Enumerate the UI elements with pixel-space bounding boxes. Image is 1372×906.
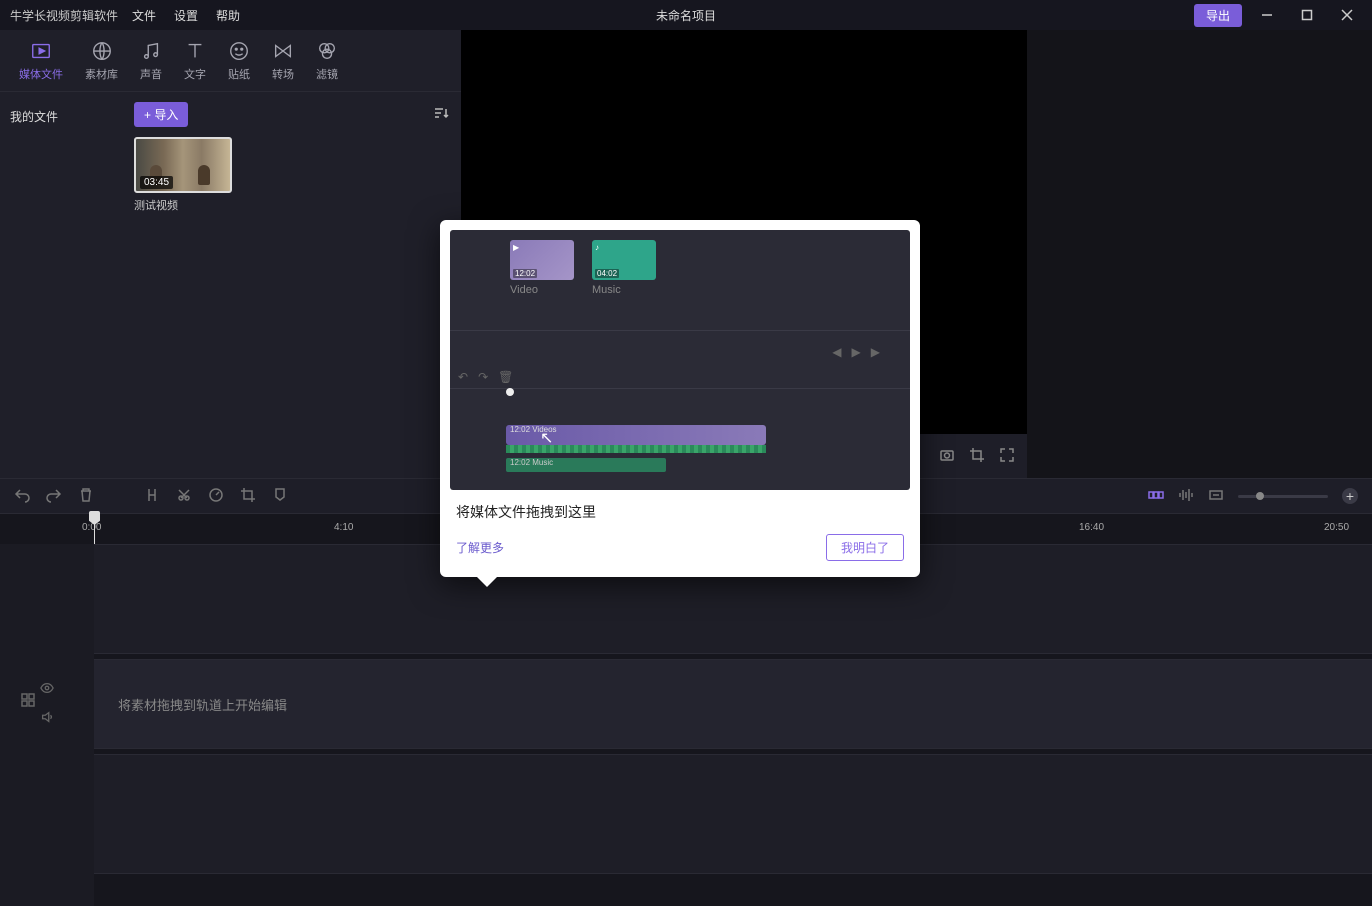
export-button[interactable]: 导出 bbox=[1194, 4, 1242, 27]
clip-duration: 03:45 bbox=[140, 176, 173, 189]
visibility-toggle[interactable] bbox=[40, 681, 54, 698]
track-drop-hint: 将素材拖拽到轨道上开始编辑 bbox=[118, 695, 287, 714]
tab-media[interactable]: 媒体文件 bbox=[10, 36, 72, 86]
minimize-button[interactable] bbox=[1252, 0, 1282, 30]
demo-video-label: Video bbox=[510, 284, 574, 296]
tab-sticker-label: 贴纸 bbox=[228, 66, 250, 82]
track-main[interactable]: 将素材拖拽到轨道上开始编辑 bbox=[94, 659, 1372, 749]
sort-icon bbox=[433, 105, 449, 121]
music-note-icon: ♪ bbox=[595, 243, 599, 252]
demo-play-controls: ◀▶▶ bbox=[832, 345, 880, 359]
mute-toggle[interactable] bbox=[40, 710, 54, 727]
project-title: 未命名项目 bbox=[656, 7, 716, 24]
demo-toolbar: ↶↷🗑 bbox=[458, 370, 513, 384]
media-toolbar: + 导入 bbox=[134, 102, 449, 127]
track-controls bbox=[0, 659, 94, 749]
tab-media-label: 媒体文件 bbox=[19, 66, 63, 82]
got-it-button[interactable]: 我明白了 bbox=[826, 534, 904, 561]
delete-button[interactable] bbox=[78, 487, 94, 506]
music-icon bbox=[140, 40, 162, 62]
ruler-tick: 0:00 bbox=[82, 522, 101, 533]
cursor-icon: ↖ bbox=[540, 428, 553, 448]
play-icon: ▶ bbox=[513, 243, 519, 252]
thumb-figure bbox=[198, 165, 210, 185]
demo-music-duration: 04:02 bbox=[595, 269, 619, 278]
crop-clip-button[interactable] bbox=[176, 487, 192, 506]
snapshot-button[interactable] bbox=[939, 447, 955, 466]
import-button[interactable]: + 导入 bbox=[134, 102, 188, 127]
media-body: 我的文件 + 导入 03:45 测试视频 bbox=[0, 92, 461, 478]
crop-button[interactable] bbox=[969, 447, 985, 466]
close-button[interactable] bbox=[1332, 0, 1362, 30]
maximize-button[interactable] bbox=[1292, 0, 1322, 30]
media-icon bbox=[30, 40, 52, 62]
filter-icon bbox=[316, 40, 338, 62]
tab-text-label: 文字 bbox=[184, 66, 206, 82]
menu-help[interactable]: 帮助 bbox=[216, 7, 240, 24]
media-clip[interactable]: 03:45 测试视频 bbox=[134, 137, 232, 213]
media-panel: 媒体文件 素材库 声音 文字 贴纸 转场 bbox=[0, 30, 461, 478]
demo-music-label: Music bbox=[592, 284, 656, 296]
ruler-tick: 16:40 bbox=[1079, 522, 1104, 533]
transition-icon bbox=[272, 40, 294, 62]
tab-audio[interactable]: 声音 bbox=[131, 36, 171, 86]
ruler-tick: 4:10 bbox=[334, 522, 353, 533]
sticker-icon bbox=[228, 40, 250, 62]
title-bar: 牛学长视频剪辑软件 文件 设置 帮助 未命名项目 导出 bbox=[0, 0, 1372, 30]
titlebar-right: 导出 bbox=[1194, 0, 1362, 30]
crop-tool-button[interactable] bbox=[240, 487, 256, 506]
ruler-tick: 20:50 bbox=[1324, 522, 1349, 533]
speed-button[interactable] bbox=[208, 487, 224, 506]
thumbnail-view-button[interactable] bbox=[1148, 487, 1164, 506]
menu-bar: 文件 设置 帮助 bbox=[132, 7, 240, 24]
tab-audio-label: 声音 bbox=[140, 66, 162, 82]
clip-thumbnail: 03:45 bbox=[134, 137, 232, 193]
tab-transition[interactable]: 转场 bbox=[263, 36, 303, 86]
timeline-tools-left bbox=[14, 487, 288, 506]
globe-icon bbox=[91, 40, 113, 62]
menu-file[interactable]: 文件 bbox=[132, 7, 156, 24]
demo-music-thumb: ♪ 04:02 Music bbox=[592, 240, 656, 296]
learn-more-link[interactable]: 了解更多 bbox=[456, 539, 504, 556]
timeline-tracks: 将素材拖拽到轨道上开始编辑 bbox=[0, 544, 1372, 906]
timeline-tools-right: + bbox=[1148, 487, 1358, 506]
zoom-in-button[interactable]: + bbox=[1342, 488, 1358, 504]
tab-library[interactable]: 素材库 bbox=[76, 36, 127, 86]
titlebar-left: 牛学长视频剪辑软件 文件 设置 帮助 bbox=[10, 7, 240, 24]
tab-sticker[interactable]: 贴纸 bbox=[219, 36, 259, 86]
fit-button[interactable] bbox=[1208, 487, 1224, 506]
zoom-slider[interactable] bbox=[1238, 495, 1328, 498]
clip-name: 测试视频 bbox=[134, 197, 232, 213]
waveform-view-button[interactable] bbox=[1178, 487, 1194, 506]
tab-library-label: 素材库 bbox=[85, 66, 118, 82]
split-button[interactable] bbox=[144, 487, 160, 506]
demo-music-clip: 12:02 Music bbox=[506, 458, 666, 472]
popover-arrow bbox=[475, 575, 499, 587]
demo-video-thumb: ▶ 12:02 Video bbox=[510, 240, 574, 296]
properties-panel bbox=[1027, 30, 1372, 478]
media-list: + 导入 03:45 测试视频 bbox=[122, 92, 461, 478]
undo-button[interactable] bbox=[14, 487, 30, 506]
text-icon bbox=[184, 40, 206, 62]
media-sidebar: 我的文件 bbox=[0, 92, 122, 478]
sidebar-my-files[interactable]: 我的文件 bbox=[10, 102, 112, 131]
fullscreen-button[interactable] bbox=[999, 447, 1015, 466]
redo-button[interactable] bbox=[46, 487, 62, 506]
tool-tabs: 媒体文件 素材库 声音 文字 贴纸 转场 bbox=[0, 30, 461, 92]
demo-video-duration: 12:02 bbox=[513, 269, 537, 278]
marker-button[interactable] bbox=[272, 487, 288, 506]
track-headers bbox=[0, 544, 94, 906]
app-name: 牛学长视频剪辑软件 bbox=[10, 7, 118, 24]
tab-filter-label: 滤镜 bbox=[316, 66, 338, 82]
menu-settings[interactable]: 设置 bbox=[174, 7, 198, 24]
tab-text[interactable]: 文字 bbox=[175, 36, 215, 86]
sort-button[interactable] bbox=[433, 105, 449, 124]
track-empty-bottom[interactable] bbox=[94, 754, 1372, 874]
popover-illustration: ▶ 12:02 Video ♪ 04:02 Music ◀▶▶ ↶↷🗑 12:02 … bbox=[450, 230, 910, 490]
zoom-handle[interactable] bbox=[1256, 492, 1264, 500]
onboarding-popover: ▶ 12:02 Video ♪ 04:02 Music ◀▶▶ ↶↷🗑 12:02 … bbox=[440, 220, 920, 577]
tab-transition-label: 转场 bbox=[272, 66, 294, 82]
tab-filter[interactable]: 滤镜 bbox=[307, 36, 347, 86]
popover-title: 将媒体文件拖拽到这里 bbox=[456, 502, 904, 522]
